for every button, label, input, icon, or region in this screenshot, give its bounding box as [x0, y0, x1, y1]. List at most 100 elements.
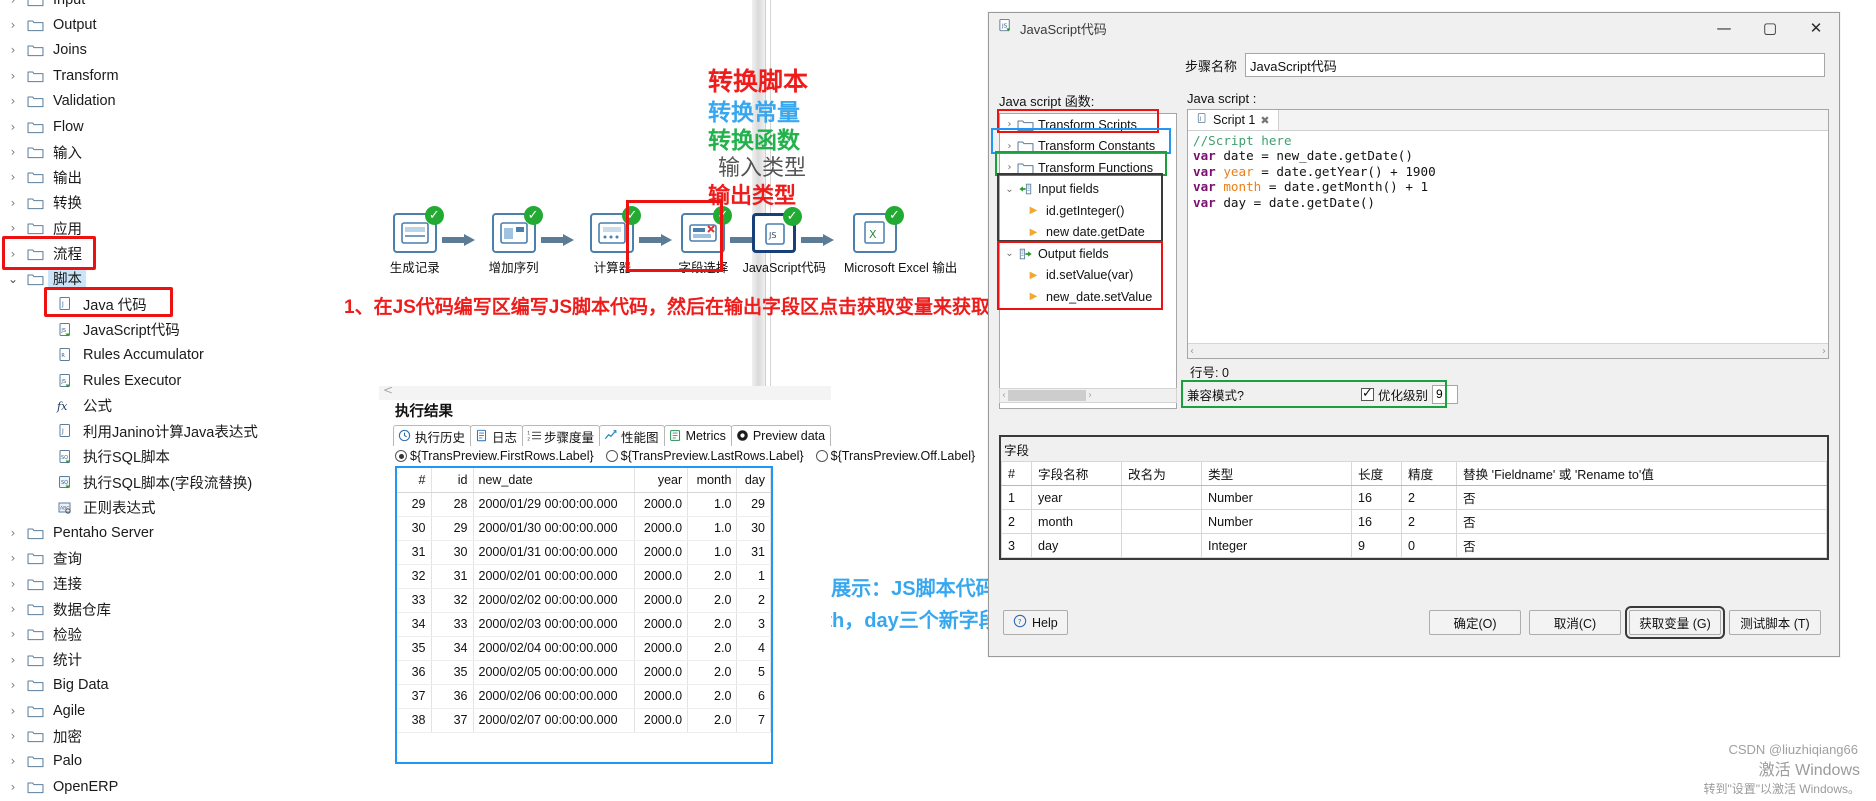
sidebar-item-8[interactable]: › 转换 [0, 190, 376, 215]
sidebar-item-24[interactable]: › 数据仓库 [0, 596, 376, 621]
maximize-button[interactable]: ▢ [1747, 13, 1793, 43]
chevron-right-icon[interactable]: › [4, 18, 22, 32]
fields-cell[interactable] [1121, 509, 1202, 534]
result-tab-1[interactable]: 日志 [470, 425, 524, 446]
cancel-button[interactable]: 取消(C) [1529, 610, 1621, 635]
canvas-step-0[interactable]: ✓ 生成记录 [384, 206, 446, 276]
excel-output-icon[interactable]: X ✓ [853, 206, 904, 253]
sidebar-item-9[interactable]: › 应用 [0, 216, 376, 241]
canvas-step-5[interactable]: X ✓ Microsoft Excel 输出 [844, 206, 957, 276]
table-row[interactable]: 34 33 2000/02/03 00:00:00.000 2000.0 2.0 3 [397, 612, 771, 637]
fields-col-6[interactable]: 替换 'Fieldname' 或 'Rename to'值 [1456, 461, 1827, 486]
fields-cell[interactable]: Number [1201, 509, 1352, 534]
script-editor[interactable]: J Script 1 ✖ //Script here var date = ne… [1187, 109, 1829, 359]
sidebar-item-13[interactable]: JS JavaScript代码 [0, 317, 376, 342]
sidebar-item-18[interactable]: SQ 执行SQL脚本 [0, 444, 376, 469]
table-row[interactable]: 33 32 2000/02/02 00:00:00.000 2000.0 2.0 2 [397, 588, 771, 613]
functions-tree-hscrollbar[interactable]: ‹ › [999, 388, 1177, 403]
sidebar-item-27[interactable]: › Big Data [0, 673, 376, 698]
sidebar-item-31[interactable]: › OpenERP [0, 774, 376, 799]
fields-cell[interactable]: Integer [1201, 533, 1352, 558]
fields-cell[interactable]: 1 [1001, 485, 1032, 510]
radio-indicator[interactable] [815, 450, 828, 462]
dialog-titlebar[interactable]: JS JavaScript代码 — ▢ ✕ [989, 13, 1839, 43]
fn-tree-item-7[interactable]: ▶ id.setValue(var) [1000, 265, 1176, 287]
fields-cell[interactable]: 否 [1456, 485, 1827, 510]
fn-tree-item-0[interactable]: › Transform Scripts [1000, 114, 1176, 136]
fields-cell[interactable] [1121, 485, 1202, 510]
canvas-hop-arrow-0[interactable] [441, 233, 476, 247]
sidebar-item-14[interactable]: R Rules Accumulator [0, 342, 376, 367]
add-sequence-icon[interactable]: ✓ [491, 206, 543, 253]
fn-tree-item-1[interactable]: › Transform Constants [1000, 136, 1176, 158]
sidebar-item-17[interactable]: J 利用Janino计算Java表达式 [0, 419, 376, 444]
results-tabbar[interactable]: 执行历史 日志 1 2 步骤度量 性能图 Metrics Preview data [391, 424, 832, 446]
table-row[interactable]: 31 30 2000/01/31 00:00:00.000 2000.0 1.0 31 [397, 540, 771, 565]
preview-col-4[interactable]: month [687, 468, 738, 493]
table-row[interactable]: 30 29 2000/01/30 00:00:00.000 2000.0 1.0 30 [397, 516, 771, 541]
preview-col-3[interactable]: year [634, 468, 689, 493]
table-row[interactable]: 36 35 2000/02/05 00:00:00.000 2000.0 2.0 5 [397, 660, 771, 685]
script-tab-1[interactable]: J Script 1 ✖ [1188, 110, 1279, 130]
table-row[interactable]: 38 37 2000/02/07 00:00:00.000 2000.0 2.0 7 [397, 708, 771, 733]
radio-indicator[interactable] [605, 450, 618, 462]
fields-cell[interactable]: 0 [1401, 533, 1457, 558]
fields-cell[interactable]: month [1031, 509, 1122, 534]
sidebar-item-0[interactable]: › Input [0, 0, 376, 12]
script-tabbar[interactable]: J Script 1 ✖ [1188, 110, 1828, 131]
canvas-hop-arrow-4[interactable] [800, 233, 835, 247]
sidebar-item-7[interactable]: › 输出 [0, 165, 376, 190]
table-row[interactable]: 32 31 2000/02/01 00:00:00.000 2000.0 2.0 1 [397, 564, 771, 589]
chevron-right-icon[interactable]: › [4, 0, 22, 7]
fn-tree-item-3[interactable]: ⌄ Input fields [1000, 179, 1176, 201]
fn-tree-item-5[interactable]: ▶ new date.getDate [1000, 222, 1176, 244]
table-row[interactable]: 3 day Integer 9 0 否 [1001, 533, 1827, 558]
chevron-right-icon[interactable]: › [4, 526, 22, 540]
script-code-text[interactable]: //Script here var date = new_date.getDat… [1188, 131, 1828, 210]
sidebar-item-12[interactable]: J Java 代码 [0, 292, 376, 317]
sidebar-item-10[interactable]: › 流程 [0, 241, 376, 266]
steps-tree-panel[interactable]: › Input › Output › Joins › Transform › Validation… [0, 0, 376, 801]
result-tab-2[interactable]: 1 2 步骤度量 [522, 425, 601, 446]
sidebar-item-28[interactable]: › Agile [0, 698, 376, 723]
result-tab-3[interactable]: 性能图 [599, 425, 665, 446]
fn-tree-item-6[interactable]: ⌄ Output fields [1000, 243, 1176, 265]
optimization-level-input[interactable] [1432, 384, 1459, 404]
preview-col-0[interactable]: # [397, 468, 432, 493]
window-controls[interactable]: — ▢ ✕ [1701, 13, 1839, 43]
result-tab-0[interactable]: 执行历史 [393, 425, 472, 446]
chevron-right-icon[interactable]: › [4, 221, 22, 235]
preview-col-1[interactable]: id [431, 468, 474, 493]
radio-indicator[interactable] [395, 450, 407, 462]
sidebar-item-15[interactable]: JS Rules Executor [0, 368, 376, 393]
chevron-right-icon[interactable]: › [1003, 141, 1016, 152]
canvas-step-3[interactable]: ✓ 字段选择 [672, 206, 734, 276]
ok-button[interactable]: 确定(O) [1429, 610, 1521, 635]
fields-cell[interactable]: 2 [1001, 509, 1032, 534]
fields-col-0[interactable]: # [1001, 461, 1032, 486]
chevron-right-icon[interactable]: › [4, 551, 22, 565]
fields-cell[interactable]: Number [1201, 485, 1352, 510]
sidebar-item-25[interactable]: › 检验 [0, 622, 376, 647]
sidebar-item-29[interactable]: › 加密 [0, 723, 376, 748]
chevron-down-icon[interactable]: ⌄ [1003, 248, 1016, 259]
sidebar-item-3[interactable]: › Transform [0, 63, 376, 88]
step-name-input[interactable] [1245, 53, 1825, 77]
dialog-action-buttons[interactable]: 确定(O) 取消(C) 获取变量 (G) 测试脚本 (T) [1429, 606, 1821, 639]
close-button[interactable]: ✕ [1793, 13, 1839, 43]
chevron-right-icon[interactable]: › [1003, 119, 1016, 130]
result-tab-4[interactable]: Metrics [663, 425, 732, 446]
fields-col-4[interactable]: 长度 [1351, 461, 1402, 486]
table-row[interactable]: 2 month Number 16 2 否 [1001, 509, 1827, 534]
fn-tree-item-8[interactable]: ▶ new_date.setValue [1000, 286, 1176, 308]
fields-cell[interactable]: day [1031, 533, 1122, 558]
javascript-step-dialog[interactable]: JS JavaScript代码 — ▢ ✕ 步骤名称 Java script 函… [988, 12, 1840, 657]
chevron-down-icon[interactable]: ⌄ [4, 272, 22, 286]
fields-cell[interactable]: 2 [1401, 509, 1457, 534]
chevron-right-icon[interactable]: › [4, 196, 22, 210]
fields-cell[interactable] [1121, 533, 1202, 558]
fields-col-5[interactable]: 精度 [1401, 461, 1457, 486]
script-tab-close-icon[interactable]: ✖ [1260, 114, 1269, 127]
fields-cell[interactable]: 2 [1401, 485, 1457, 510]
get-variables-button[interactable]: 获取变量 (G) [1625, 606, 1725, 639]
